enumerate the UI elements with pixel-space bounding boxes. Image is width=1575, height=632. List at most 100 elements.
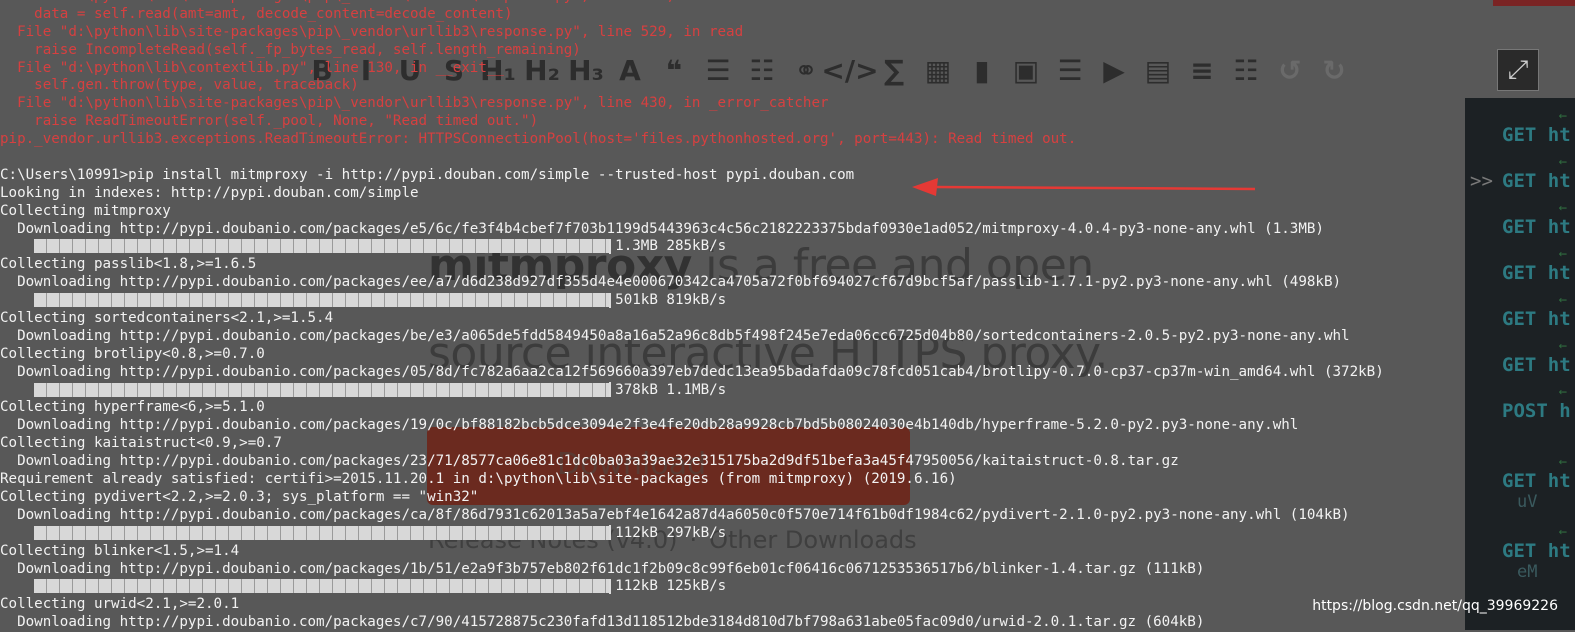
flow-arrow-icon: ← <box>1558 154 1567 170</box>
flow-url-fragment: ht <box>1547 354 1571 376</box>
flow-url-fragment: ht <box>1547 470 1571 492</box>
console-line: Collecting kaitaistruct<0.9,>=0.7 <box>0 435 282 452</box>
console-line: Collecting passlib<1.8,>=1.6.5 <box>0 256 257 273</box>
progress-bar-line: 501kB 819kB/s <box>0 292 1465 310</box>
flow-url-fragment: ht <box>1547 540 1571 562</box>
console-line: Downloading http://pypi.doubanio.com/pac… <box>0 453 1179 470</box>
flow-method-verb: GET <box>1502 540 1537 562</box>
progress-bar-line: 112kB 125kB/s <box>0 578 1465 596</box>
flow-method-verb: GET <box>1502 124 1537 146</box>
progress-bar-line: 378kB 1.1MB/s <box>0 382 1465 400</box>
flow-url-fragment: h <box>1559 400 1571 422</box>
flow-row[interactable]: ← GET ht <box>1465 246 1575 292</box>
flow-url-fragment: ht <box>1547 216 1571 238</box>
flow-method: GET ht <box>1502 124 1571 146</box>
flow-method: GET ht <box>1502 308 1571 330</box>
console-line: Downloading http://pypi.doubanio.com/pac… <box>0 560 1205 577</box>
flow-url-fragment: ht <box>1547 124 1571 146</box>
traceback-line: File "d:\python\lib\contextlib.py", line… <box>0 59 504 76</box>
progress-bar <box>34 525 610 540</box>
watermark-url: https://blog.csdn.net/qq_39969226 <box>1312 598 1558 614</box>
progress-stats: 112kB 125kB/s <box>615 578 727 595</box>
flow-method: GET ht <box>1502 540 1571 562</box>
flow-arrow-icon: ← <box>1558 524 1567 540</box>
flow-method: GET ht <box>1502 170 1571 192</box>
flow-method-verb: GET <box>1502 170 1537 192</box>
flow-method: GET ht <box>1502 216 1571 238</box>
fullscreen-icon[interactable]: ⤢ <box>1497 49 1539 91</box>
console-line: Downloading http://pypi.doubanio.com/pac… <box>0 614 1205 631</box>
console-line: Downloading http://pypi.doubanio.com/pac… <box>0 506 1350 523</box>
flow-row[interactable]: ← GET ht <box>1465 108 1575 154</box>
progress-bar-end <box>609 578 612 594</box>
flow-method-verb: POST <box>1502 400 1548 422</box>
traceback-line: File "d:\python\lib\site-packages\pip\_v… <box>0 95 829 112</box>
window-edge-accent <box>1493 0 1575 6</box>
flow-row[interactable]: ← GET ht uV <box>1465 454 1575 512</box>
console-line: Collecting blinker<1.5,>=1.4 <box>0 542 240 559</box>
console-line: Downloading http://pypi.doubanio.com/pac… <box>0 417 1299 434</box>
progress-bar <box>34 382 610 397</box>
console-line: Collecting brotlipy<0.8,>=0.7.0 <box>0 345 265 362</box>
flow-method: GET ht <box>1502 470 1571 492</box>
traceback-line: raise ReadTimeoutError(self._pool, None,… <box>0 113 539 130</box>
console-line: Requirement already satisfied: certifi>=… <box>0 471 957 488</box>
traceback-line: pip._vendor.urllib3.exceptions.ReadTimeo… <box>0 131 1077 148</box>
flow-url-fragment: ht <box>1547 170 1571 192</box>
flow-method-verb: GET <box>1502 308 1537 330</box>
flow-arrow-icon: ← <box>1558 454 1567 470</box>
console-line: Downloading http://pypi.doubanio.com/pac… <box>0 274 1342 291</box>
flow-arrow-icon: ← <box>1558 246 1567 262</box>
progress-stats: 1.3MB 285kB/s <box>615 238 727 255</box>
traceback-line: raise IncompleteRead(self._fp_bytes_read… <box>0 41 581 58</box>
flow-arrow-icon: ← <box>1558 108 1567 124</box>
mitmproxy-flow-list: ← GET ht ← >> GET ht ← GET ht ← GET ht ← GET ht ← GE… <box>1465 98 1575 630</box>
console-line: Collecting sortedcontainers<2.1,>=1.5.4 <box>0 310 334 327</box>
progress-bar-end <box>609 525 612 541</box>
flow-arrow-icon: ← <box>1558 338 1567 354</box>
progress-bar <box>34 293 610 308</box>
flow-sub-text: uV <box>1517 492 1538 512</box>
flow-method: GET ht <box>1502 354 1571 376</box>
flow-row[interactable]: ← POST h <box>1465 384 1575 430</box>
flow-url-fragment: ht <box>1547 308 1571 330</box>
console-line: Collecting mitmproxy <box>0 202 171 219</box>
progress-bar-line: 1.3MB 285kB/s <box>0 238 1465 256</box>
flow-method-verb: GET <box>1502 470 1537 492</box>
console-output: File "d:\python\lib\site-packages\pip\_v… <box>0 0 1465 632</box>
flow-arrow-icon: ← <box>1558 384 1567 400</box>
flow-row[interactable]: ← GET ht <box>1465 200 1575 246</box>
flow-method: GET ht <box>1502 262 1571 284</box>
flow-sub-text: eM <box>1517 562 1538 582</box>
flow-row[interactable]: ← GET ht eM <box>1465 524 1575 582</box>
traceback-line: self.gen.throw(type, value, traceback) <box>0 77 359 94</box>
progress-stats: 112kB 297kB/s <box>615 524 727 541</box>
flow-method-verb: GET <box>1502 262 1537 284</box>
flow-url-fragment: ht <box>1547 262 1571 284</box>
progress-bar-line: 112kB 297kB/s <box>0 525 1465 543</box>
console-line: Downloading http://pypi.doubanio.com/pac… <box>0 363 1384 380</box>
console-line: Collecting urwid<2.1,>=2.0.1 <box>0 596 240 613</box>
traceback-line: File "d:\python\lib\site-packages\pip\_v… <box>0 23 744 40</box>
flow-row[interactable]: ← GET ht <box>1465 338 1575 384</box>
flow-row[interactable]: ← >> GET ht <box>1465 154 1575 200</box>
flow-row[interactable]: ← GET ht <box>1465 292 1575 338</box>
progress-bar-end <box>609 238 612 254</box>
progress-bar <box>34 579 610 594</box>
console-line: Collecting hyperframe<6,>=5.1.0 <box>0 399 265 416</box>
traceback-line: data = self.read(amt=amt, decode_content… <box>0 5 513 22</box>
progress-stats: 378kB 1.1MB/s <box>615 381 727 398</box>
console-line: Collecting pydivert<2.2,>=2.0.3; sys_pla… <box>0 488 479 505</box>
flow-method-verb: GET <box>1502 354 1537 376</box>
flow-method-verb: GET <box>1502 216 1537 238</box>
flow-arrow-icon: ← <box>1558 200 1567 216</box>
flow-arrow-icon: ← <box>1558 292 1567 308</box>
progress-bar-end <box>609 382 612 398</box>
flow-focus-marker: >> <box>1470 170 1493 192</box>
progress-bar <box>34 239 610 254</box>
annotation-arrow-icon <box>912 178 1256 196</box>
flow-method: POST h <box>1502 400 1571 422</box>
console-line: Downloading http://pypi.doubanio.com/pac… <box>0 220 1324 237</box>
progress-bar-end <box>609 292 612 308</box>
